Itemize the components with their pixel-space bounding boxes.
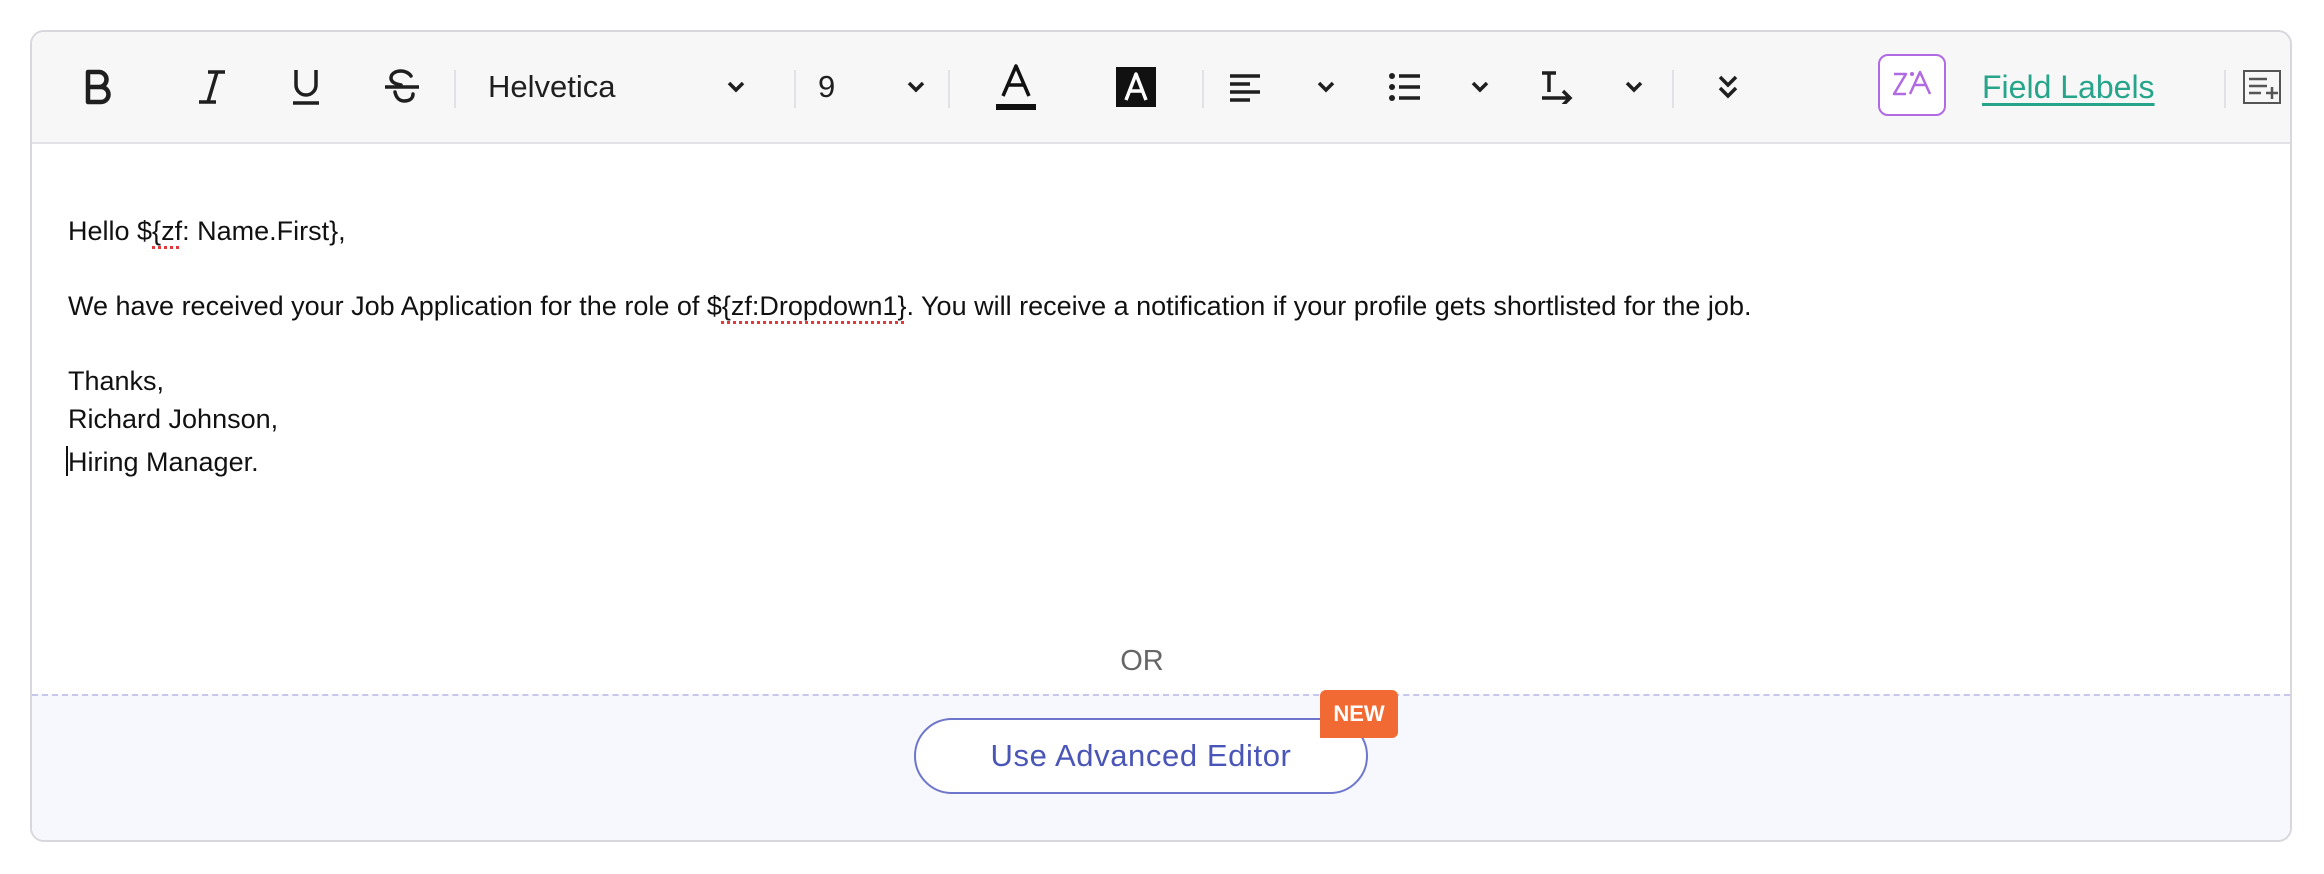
double-chevron-down-icon[interactable] — [1708, 32, 1748, 142]
insert-field-icon[interactable] — [2230, 32, 2290, 142]
align-left-icon — [1228, 72, 1262, 102]
closing-line: Thanks, — [68, 366, 165, 396]
text-cursor — [66, 446, 68, 476]
chevron-down-icon — [906, 80, 926, 94]
strikethrough-icon[interactable] — [372, 32, 432, 142]
toolbar-divider — [794, 70, 796, 108]
signature-title: Hiring Manager. — [68, 447, 259, 477]
merge-field: {zf:Dropdown1} — [721, 291, 907, 321]
ai-assist-button[interactable] — [1878, 54, 1946, 116]
list-icon — [1388, 72, 1422, 102]
underline-icon[interactable] — [276, 32, 336, 142]
font-size-select[interactable]: 9 — [802, 32, 932, 142]
or-divider-label: OR — [1072, 632, 1212, 690]
toolbar-divider — [454, 70, 456, 108]
italic-icon[interactable] — [182, 32, 242, 142]
font-family-select[interactable]: Helvetica — [458, 32, 768, 142]
text-color-icon[interactable] — [984, 32, 1048, 142]
toolbar-divider — [2224, 70, 2226, 108]
use-advanced-editor-button[interactable]: Use Advanced Editor — [914, 718, 1368, 794]
greeting-line: Hello ${zf: Name.First}, — [68, 216, 346, 246]
chevron-down-icon — [1316, 80, 1336, 94]
ai-assist-icon — [1890, 66, 1934, 105]
body-line: We have received your Job Application fo… — [68, 291, 1752, 321]
font-family-value: Helvetica — [488, 69, 616, 104]
toolbar-divider — [1672, 70, 1674, 108]
chevron-down-icon — [1470, 80, 1490, 94]
chevron-down-icon — [726, 80, 746, 94]
text-direction-select[interactable] — [1538, 32, 1644, 142]
formatting-toolbar: Helvetica 9 Field Labels — [32, 32, 2290, 144]
bold-icon[interactable] — [68, 32, 128, 142]
text-direction-icon — [1538, 70, 1574, 104]
toolbar-divider — [1202, 70, 1204, 108]
chevron-down-icon — [1624, 80, 1644, 94]
highlight-color-icon[interactable] — [1104, 32, 1168, 142]
alignment-select[interactable] — [1228, 32, 1336, 142]
new-badge: NEW — [1320, 690, 1398, 738]
font-size-value: 9 — [818, 69, 836, 104]
field-labels-link[interactable]: Field Labels — [1982, 32, 2155, 142]
merge-field: {zf — [152, 216, 183, 246]
toolbar-divider — [948, 70, 950, 108]
signature-name: Richard Johnson, — [68, 404, 279, 434]
list-select[interactable] — [1388, 32, 1490, 142]
